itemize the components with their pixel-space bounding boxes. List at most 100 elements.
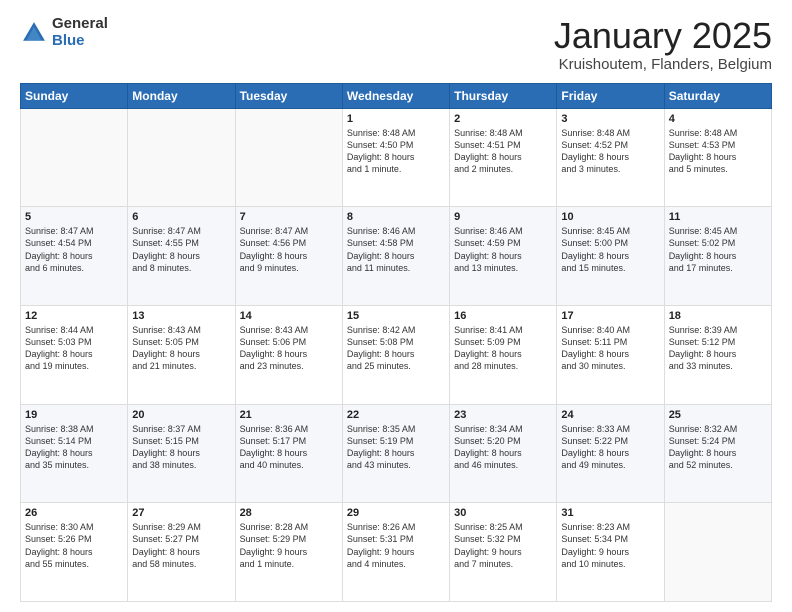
day-cell: 10 Sunrise: 8:45 AM Sunset: 5:00 PM Dayli… xyxy=(557,207,664,306)
logo-icon xyxy=(20,19,48,47)
day-info: Sunrise: 8:45 AM Sunset: 5:02 PM Dayligh… xyxy=(669,225,767,274)
day-info: Sunrise: 8:29 AM Sunset: 5:27 PM Dayligh… xyxy=(132,521,230,570)
day-number: 15 xyxy=(347,310,445,322)
logo: General Blue xyxy=(20,16,108,49)
day-cell: 30 Sunrise: 8:25 AM Sunset: 5:32 PM Dayli… xyxy=(450,503,557,602)
week-row-5: 26 Sunrise: 8:30 AM Sunset: 5:26 PM Dayli… xyxy=(21,503,772,602)
title-month: January 2025 xyxy=(554,16,772,56)
logo-general: General xyxy=(52,16,108,33)
day-number: 27 xyxy=(132,507,230,519)
calendar-table: SundayMondayTuesdayWednesdayThursdayFrid… xyxy=(20,83,772,602)
page: General Blue January 2025 Kruishoutem, F… xyxy=(0,0,792,612)
day-number: 12 xyxy=(25,310,123,322)
day-number: 1 xyxy=(347,113,445,125)
day-info: Sunrise: 8:23 AM Sunset: 5:34 PM Dayligh… xyxy=(561,521,659,570)
day-number: 16 xyxy=(454,310,552,322)
day-cell: 17 Sunrise: 8:40 AM Sunset: 5:11 PM Dayli… xyxy=(557,305,664,404)
day-number: 30 xyxy=(454,507,552,519)
day-number: 8 xyxy=(347,211,445,223)
day-info: Sunrise: 8:45 AM Sunset: 5:00 PM Dayligh… xyxy=(561,225,659,274)
day-number: 28 xyxy=(240,507,338,519)
day-number: 2 xyxy=(454,113,552,125)
day-number: 9 xyxy=(454,211,552,223)
week-row-2: 5 Sunrise: 8:47 AM Sunset: 4:54 PM Daylig… xyxy=(21,207,772,306)
day-info: Sunrise: 8:47 AM Sunset: 4:56 PM Dayligh… xyxy=(240,225,338,274)
day-number: 4 xyxy=(669,113,767,125)
day-info: Sunrise: 8:37 AM Sunset: 5:15 PM Dayligh… xyxy=(132,423,230,472)
day-cell: 11 Sunrise: 8:45 AM Sunset: 5:02 PM Dayli… xyxy=(664,207,771,306)
day-cell xyxy=(664,503,771,602)
day-info: Sunrise: 8:38 AM Sunset: 5:14 PM Dayligh… xyxy=(25,423,123,472)
day-info: Sunrise: 8:25 AM Sunset: 5:32 PM Dayligh… xyxy=(454,521,552,570)
day-info: Sunrise: 8:30 AM Sunset: 5:26 PM Dayligh… xyxy=(25,521,123,570)
day-cell: 7 Sunrise: 8:47 AM Sunset: 4:56 PM Daylig… xyxy=(235,207,342,306)
day-cell: 25Sunrise: 8:32 AM Sunset: 5:24 PM Dayli… xyxy=(664,404,771,503)
day-info: Sunrise: 8:46 AM Sunset: 4:59 PM Dayligh… xyxy=(454,225,552,274)
day-number: 13 xyxy=(132,310,230,322)
weekday-header-saturday: Saturday xyxy=(664,83,771,108)
weekday-header-sunday: Sunday xyxy=(21,83,128,108)
day-cell: 3 Sunrise: 8:48 AM Sunset: 4:52 PM Daylig… xyxy=(557,108,664,207)
day-info: Sunrise: 8:33 AM Sunset: 5:22 PM Dayligh… xyxy=(561,423,659,472)
day-cell: 4 Sunrise: 8:48 AM Sunset: 4:53 PM Daylig… xyxy=(664,108,771,207)
day-number: 21 xyxy=(240,409,338,421)
day-number: 10 xyxy=(561,211,659,223)
day-cell xyxy=(21,108,128,207)
day-info: Sunrise: 8:48 AM Sunset: 4:52 PM Dayligh… xyxy=(561,127,659,176)
day-info: Sunrise: 8:48 AM Sunset: 4:51 PM Dayligh… xyxy=(454,127,552,176)
day-number: 25 xyxy=(669,409,767,421)
day-number: 11 xyxy=(669,211,767,223)
logo-text: General Blue xyxy=(52,16,108,49)
day-number: 5 xyxy=(25,211,123,223)
weekday-header-wednesday: Wednesday xyxy=(342,83,449,108)
day-cell: 6Sunrise: 8:47 AM Sunset: 4:55 PM Daylig… xyxy=(128,207,235,306)
day-cell: 27 Sunrise: 8:29 AM Sunset: 5:27 PM Dayli… xyxy=(128,503,235,602)
week-row-4: 19 Sunrise: 8:38 AM Sunset: 5:14 PM Dayli… xyxy=(21,404,772,503)
day-number: 23 xyxy=(454,409,552,421)
day-number: 24 xyxy=(561,409,659,421)
day-info: Sunrise: 8:48 AM Sunset: 4:53 PM Dayligh… xyxy=(669,127,767,176)
day-cell: 1Sunrise: 8:48 AM Sunset: 4:50 PM Daylig… xyxy=(342,108,449,207)
day-cell: 22Sunrise: 8:35 AM Sunset: 5:19 PM Dayli… xyxy=(342,404,449,503)
day-cell: 12 Sunrise: 8:44 AM Sunset: 5:03 PM Dayli… xyxy=(21,305,128,404)
day-cell: 24 Sunrise: 8:33 AM Sunset: 5:22 PM Dayli… xyxy=(557,404,664,503)
weekday-header-thursday: Thursday xyxy=(450,83,557,108)
day-number: 18 xyxy=(669,310,767,322)
day-cell xyxy=(128,108,235,207)
day-info: Sunrise: 8:34 AM Sunset: 5:20 PM Dayligh… xyxy=(454,423,552,472)
day-cell: 19 Sunrise: 8:38 AM Sunset: 5:14 PM Dayli… xyxy=(21,404,128,503)
day-info: Sunrise: 8:43 AM Sunset: 5:05 PM Dayligh… xyxy=(132,324,230,373)
day-number: 19 xyxy=(25,409,123,421)
day-cell: 29 Sunrise: 8:26 AM Sunset: 5:31 PM Dayli… xyxy=(342,503,449,602)
day-info: Sunrise: 8:26 AM Sunset: 5:31 PM Dayligh… xyxy=(347,521,445,570)
day-cell: 31Sunrise: 8:23 AM Sunset: 5:34 PM Dayli… xyxy=(557,503,664,602)
week-row-1: 1Sunrise: 8:48 AM Sunset: 4:50 PM Daylig… xyxy=(21,108,772,207)
day-number: 26 xyxy=(25,507,123,519)
week-row-3: 12 Sunrise: 8:44 AM Sunset: 5:03 PM Dayli… xyxy=(21,305,772,404)
day-cell: 2 Sunrise: 8:48 AM Sunset: 4:51 PM Daylig… xyxy=(450,108,557,207)
weekday-header-tuesday: Tuesday xyxy=(235,83,342,108)
day-cell: 20Sunrise: 8:37 AM Sunset: 5:15 PM Dayli… xyxy=(128,404,235,503)
title-block: January 2025 Kruishoutem, Flanders, Belg… xyxy=(554,16,772,73)
day-info: Sunrise: 8:44 AM Sunset: 5:03 PM Dayligh… xyxy=(25,324,123,373)
day-info: Sunrise: 8:43 AM Sunset: 5:06 PM Dayligh… xyxy=(240,324,338,373)
day-info: Sunrise: 8:46 AM Sunset: 4:58 PM Dayligh… xyxy=(347,225,445,274)
day-number: 17 xyxy=(561,310,659,322)
day-info: Sunrise: 8:47 AM Sunset: 4:55 PM Dayligh… xyxy=(132,225,230,274)
day-number: 29 xyxy=(347,507,445,519)
day-info: Sunrise: 8:35 AM Sunset: 5:19 PM Dayligh… xyxy=(347,423,445,472)
day-info: Sunrise: 8:39 AM Sunset: 5:12 PM Dayligh… xyxy=(669,324,767,373)
day-cell: 16 Sunrise: 8:41 AM Sunset: 5:09 PM Dayli… xyxy=(450,305,557,404)
day-number: 3 xyxy=(561,113,659,125)
weekday-header-friday: Friday xyxy=(557,83,664,108)
weekday-header-row: SundayMondayTuesdayWednesdayThursdayFrid… xyxy=(21,83,772,108)
day-cell: 28Sunrise: 8:28 AM Sunset: 5:29 PM Dayli… xyxy=(235,503,342,602)
day-number: 14 xyxy=(240,310,338,322)
day-info: Sunrise: 8:41 AM Sunset: 5:09 PM Dayligh… xyxy=(454,324,552,373)
day-cell: 8 Sunrise: 8:46 AM Sunset: 4:58 PM Daylig… xyxy=(342,207,449,306)
day-cell: 5 Sunrise: 8:47 AM Sunset: 4:54 PM Daylig… xyxy=(21,207,128,306)
day-number: 7 xyxy=(240,211,338,223)
day-cell: 13 Sunrise: 8:43 AM Sunset: 5:05 PM Dayli… xyxy=(128,305,235,404)
day-info: Sunrise: 8:47 AM Sunset: 4:54 PM Dayligh… xyxy=(25,225,123,274)
day-info: Sunrise: 8:40 AM Sunset: 5:11 PM Dayligh… xyxy=(561,324,659,373)
